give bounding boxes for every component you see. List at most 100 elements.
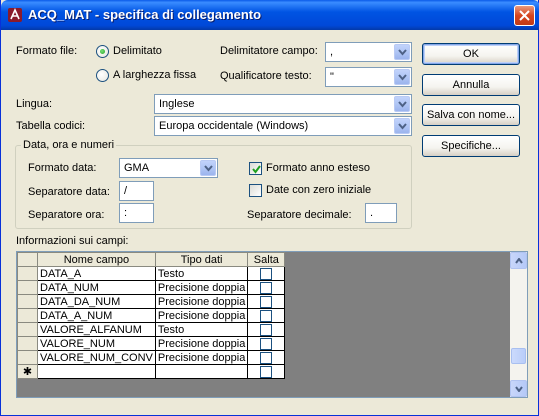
column-header-field-name[interactable]: Nome campo	[37, 252, 156, 267]
field-name-cell[interactable]: VALORE_NUM	[37, 336, 156, 351]
data-type-cell[interactable]: Precisione doppia	[154, 350, 249, 365]
table-row[interactable]: VALORE_ALFANUM Testo	[17, 322, 286, 337]
code-page-dropdown-button[interactable]	[394, 118, 410, 134]
leading-zeros-label[interactable]: Date con zero iniziale	[266, 184, 371, 196]
data-type-cell[interactable]: Precisione doppia	[154, 280, 249, 295]
table-row[interactable]: DATA_A_NUM Precisione doppia	[17, 308, 286, 323]
skip-checkbox[interactable]	[260, 365, 273, 378]
text-qualifier-dropdown[interactable]: "	[325, 67, 412, 87]
skip-cell	[247, 308, 286, 323]
vertical-scrollbar[interactable]	[510, 252, 527, 397]
skip-cell	[247, 294, 286, 309]
date-separator-value: /	[124, 185, 128, 197]
column-header-skip[interactable]: Salta	[247, 252, 286, 267]
time-separator-label: Separatore ora:	[28, 209, 105, 221]
text-qualifier-dropdown-button[interactable]	[394, 69, 410, 85]
field-name-cell[interactable]: DATA_A_NUM	[37, 308, 156, 323]
row-selector[interactable]	[17, 294, 38, 309]
row-selector[interactable]	[17, 266, 38, 281]
field-name-cell[interactable]: VALORE_NUM_CONV	[37, 350, 156, 365]
language-dropdown[interactable]: Inglese	[154, 94, 412, 114]
checkmark-icon	[252, 165, 261, 174]
skip-cell	[247, 336, 286, 351]
language-dropdown-button[interactable]	[394, 96, 410, 112]
column-header-data-type[interactable]: Tipo dati	[154, 252, 249, 267]
data-type-cell[interactable]: Testo	[154, 322, 249, 337]
field-name-cell[interactable]: DATA_NUM	[37, 280, 156, 295]
row-selector[interactable]	[17, 336, 38, 351]
chevron-down-icon	[398, 101, 407, 108]
window-title: ACQ_MAT - specifica di collegamento	[28, 7, 262, 22]
skip-checkbox[interactable]	[260, 337, 273, 350]
new-record-row[interactable]: ✱	[17, 364, 286, 379]
date-format-label: Formato data:	[28, 162, 97, 174]
row-selector[interactable]	[17, 322, 38, 337]
radio-delimited[interactable]	[96, 45, 109, 58]
skip-checkbox[interactable]	[260, 281, 273, 294]
code-page-dropdown[interactable]: Europa occidentale (Windows)	[154, 116, 412, 136]
row-selector[interactable]	[17, 350, 38, 365]
table-row[interactable]: DATA_DA_NUM Precisione doppia	[17, 294, 286, 309]
radio-fixed-width-label[interactable]: A larghezza fissa	[113, 69, 196, 81]
code-page-label: Tabella codici:	[16, 120, 86, 132]
table-row[interactable]: DATA_A Testo	[17, 266, 286, 281]
skip-cell	[247, 350, 286, 365]
delimiter-dropdown[interactable]: ,	[325, 42, 412, 62]
language-label: Lingua:	[16, 98, 53, 110]
date-format-dropdown-button[interactable]	[200, 160, 216, 176]
skip-checkbox[interactable]	[260, 351, 273, 364]
datetime-group-title: Data, ora e numeri	[21, 139, 117, 151]
four-digit-year-label[interactable]: Formato anno esteso	[266, 162, 370, 174]
cancel-button[interactable]: Annulla	[422, 74, 520, 96]
skip-cell	[247, 280, 286, 295]
four-digit-year-checkbox[interactable]	[249, 162, 262, 175]
data-type-cell[interactable]: Precisione doppia	[154, 308, 249, 323]
date-format-dropdown[interactable]: GMA	[119, 158, 218, 178]
delimiter-label: Delimitatore campo:	[220, 45, 318, 57]
row-selector[interactable]	[17, 308, 38, 323]
new-record-marker[interactable]: ✱	[17, 364, 38, 379]
radio-fixed-width[interactable]	[96, 69, 109, 82]
delimiter-dropdown-button[interactable]	[394, 44, 410, 60]
title-bar[interactable]: ACQ_MAT - specifica di collegamento	[1, 0, 539, 30]
field-name-cell[interactable]: DATA_DA_NUM	[37, 294, 156, 309]
row-selector-header	[17, 252, 38, 267]
date-separator-label: Separatore data:	[28, 186, 110, 198]
skip-checkbox[interactable]	[260, 267, 273, 280]
scroll-up-button[interactable]	[510, 252, 527, 269]
field-info-label: Informazioni sui campi:	[16, 235, 129, 247]
save-as-button[interactable]: Salva con nome...	[422, 104, 520, 126]
close-button[interactable]	[514, 5, 535, 26]
leading-zeros-checkbox[interactable]	[249, 184, 262, 197]
scroll-down-button[interactable]	[510, 380, 527, 397]
decimal-separator-input[interactable]: .	[365, 203, 397, 223]
data-type-cell[interactable]: Testo	[154, 266, 249, 281]
field-name-cell[interactable]: DATA_A	[37, 266, 156, 281]
field-name-cell[interactable]	[37, 364, 156, 379]
data-type-cell[interactable]	[154, 364, 249, 379]
skip-checkbox[interactable]	[260, 295, 273, 308]
field-name-cell[interactable]: VALORE_ALFANUM	[37, 322, 156, 337]
time-separator-value: :	[124, 207, 128, 219]
table-row[interactable]: VALORE_NUM_CONV Precisione doppia	[17, 350, 286, 365]
data-type-cell[interactable]: Precisione doppia	[154, 294, 249, 309]
close-icon	[519, 10, 530, 21]
table-row[interactable]: VALORE_NUM Precisione doppia	[17, 336, 286, 351]
data-type-cell[interactable]: Precisione doppia	[154, 336, 249, 351]
ok-button[interactable]: OK	[422, 43, 520, 65]
date-format-value: GMA	[124, 162, 150, 174]
skip-cell	[247, 322, 286, 337]
skip-checkbox[interactable]	[260, 309, 273, 322]
row-selector[interactable]	[17, 280, 38, 295]
chevron-down-icon	[204, 165, 213, 172]
date-separator-input[interactable]: /	[119, 181, 154, 201]
file-format-label: Formato file:	[16, 45, 78, 57]
specs-button[interactable]: Specifiche...	[422, 135, 520, 157]
time-separator-input[interactable]: :	[119, 203, 154, 223]
chevron-down-icon	[398, 74, 407, 81]
scroll-thumb[interactable]	[511, 348, 526, 364]
skip-checkbox[interactable]	[260, 323, 273, 336]
radio-delimited-label[interactable]: Delimitato	[113, 45, 162, 57]
table-row[interactable]: DATA_NUM Precisione doppia	[17, 280, 286, 295]
chevron-down-icon	[398, 123, 407, 130]
